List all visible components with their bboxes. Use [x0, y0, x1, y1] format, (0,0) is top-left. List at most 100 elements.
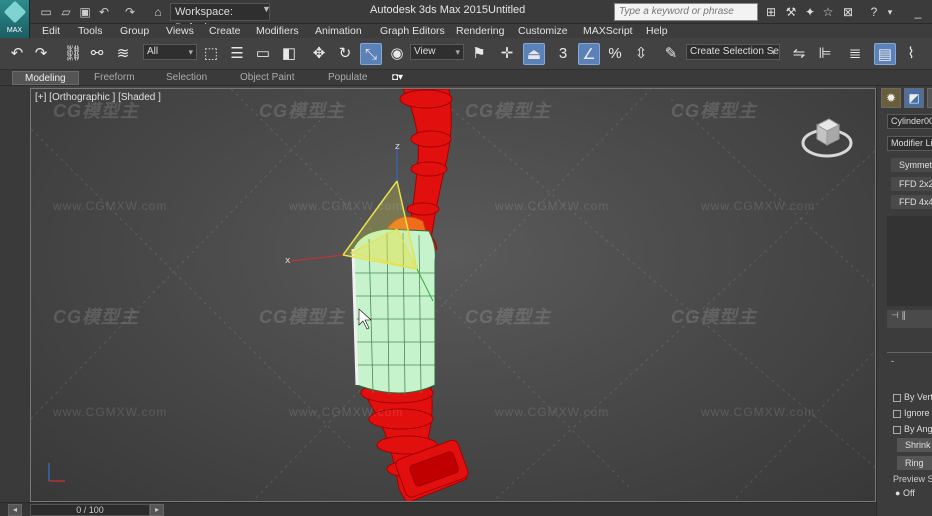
left-panel-strip	[0, 86, 30, 502]
watermark-url: www.CGMXW.com	[495, 405, 610, 419]
undo-icon[interactable]: ↶	[96, 4, 112, 20]
watermark-url: www.CGMXW.com	[53, 405, 168, 419]
app-logo-text: MAX	[6, 27, 23, 34]
watermark-url: www.CGMXW.com	[701, 405, 816, 419]
save-file-icon[interactable]: ▣	[77, 4, 93, 20]
ignore-backfacing-checkbox[interactable]: Ignore Backfacing	[893, 408, 932, 418]
menu-edit[interactable]: Edit	[42, 24, 60, 38]
select-and-rotate-icon[interactable]: ↻	[334, 43, 356, 65]
watermark-url: www.CGMXW.com	[701, 199, 816, 213]
time-slider[interactable]: 0 / 100	[30, 504, 150, 516]
named-selection-dropdown[interactable]: Create Selection Se	[686, 44, 780, 60]
viewport-orthographic[interactable]: z x [+] [Orthographic ] [Shaded ] CG模型主 …	[30, 88, 876, 502]
binoculars-icon[interactable]: ⊞	[763, 4, 779, 20]
modifier-stack-item[interactable]: FFD 2x2x2	[891, 177, 932, 191]
viewcube-icon[interactable]	[801, 111, 853, 163]
search-input[interactable]: Type a keyword or phrase	[614, 3, 758, 21]
select-and-scale-icon[interactable]: ⤡	[360, 43, 382, 65]
minimize-icon[interactable]: _	[910, 4, 926, 20]
curve-editor-icon[interactable]: ⌇	[900, 43, 922, 65]
menu-create[interactable]: Create	[209, 24, 241, 38]
menu-help[interactable]: Help	[646, 24, 668, 38]
open-file-icon[interactable]: ▱	[58, 4, 74, 20]
tab-freeform[interactable]: Freeform	[82, 71, 147, 85]
pivot-point-center-icon[interactable]: ⚑	[468, 43, 490, 65]
gizmo-z-label: z	[395, 142, 400, 152]
menu-views[interactable]: Views	[166, 24, 194, 38]
new-scene-icon[interactable]: ▭	[38, 4, 54, 20]
viewport-scene: z x	[31, 89, 875, 501]
pin-stack-icon[interactable]: ⊣ ∥	[887, 310, 932, 328]
menu-graph-editors[interactable]: Graph Editors	[380, 24, 445, 38]
percent-snap-icon[interactable]: %	[604, 43, 626, 65]
menu-rendering[interactable]: Rendering	[456, 24, 504, 38]
time-next-icon[interactable]: ▸	[150, 504, 164, 516]
watermark-logo: CG模型主	[465, 307, 551, 327]
chevron-down-icon[interactable]: ▼	[262, 4, 271, 14]
hierarchy-tab-icon[interactable]: ▥	[927, 88, 932, 108]
select-and-move-icon[interactable]: ✥	[308, 43, 330, 65]
window-crossing-icon[interactable]: ◧	[278, 43, 300, 65]
title-bar: MAX ▭ ▱ ▣ ↶ ↷ ⌂ Workspace: Default ▼ Aut…	[0, 0, 932, 38]
by-angle-checkbox[interactable]: By Angle	[893, 424, 932, 434]
align-icon[interactable]: ⊫	[814, 43, 836, 65]
selection-filter-dropdown[interactable]: All	[143, 44, 197, 60]
select-and-link-icon[interactable]: ⛓	[62, 43, 84, 65]
time-prev-icon[interactable]: ◂	[8, 504, 22, 516]
rollout-collapse-icon[interactable]: -	[891, 356, 894, 366]
by-vertex-checkbox[interactable]: By Vertex	[893, 392, 932, 402]
reference-coordinate-dropdown[interactable]: View	[410, 44, 464, 60]
help-dropdown-icon[interactable]: ▾	[882, 4, 898, 20]
redo-icon[interactable]: ↷	[30, 43, 52, 65]
spinner-snap-icon[interactable]: ⇳	[630, 43, 652, 65]
mirror-icon[interactable]: ⇋	[788, 43, 810, 65]
workspace-dropdown[interactable]: Workspace: Default	[170, 3, 270, 34]
object-name-field[interactable]: Cylinder001	[887, 114, 932, 129]
layer-explorer-icon[interactable]: ≣	[844, 43, 866, 65]
menu-animation[interactable]: Animation	[315, 24, 362, 38]
watermark-logo: CG模型主	[259, 101, 345, 121]
tab-populate[interactable]: Populate	[316, 71, 379, 85]
undo-icon[interactable]: ↶	[6, 43, 28, 65]
communication-icon[interactable]: ✦	[802, 4, 818, 20]
rectangular-selection-icon[interactable]: ▭	[252, 43, 274, 65]
help-icon[interactable]: ?	[866, 4, 882, 20]
project-folder-icon[interactable]: ⌂	[150, 4, 166, 20]
modifier-stack-item[interactable]: Symmetry	[891, 158, 932, 172]
menu-modifiers[interactable]: Modifiers	[256, 24, 299, 38]
menu-tools[interactable]: Tools	[78, 24, 103, 38]
favorites-star-icon[interactable]: ☆	[820, 4, 836, 20]
menu-maxscript[interactable]: MAXScript	[583, 24, 633, 38]
watermark-logo: CG模型主	[465, 101, 551, 121]
create-tab-icon[interactable]: ✹	[881, 88, 901, 108]
angle-snap-icon[interactable]: ∠	[578, 43, 600, 65]
exchange-icon[interactable]: ⊠	[840, 4, 856, 20]
snaps-toggle-icon[interactable]: 3	[552, 43, 574, 65]
application-button[interactable]: MAX	[0, 0, 30, 38]
select-by-name-icon[interactable]: ☰	[226, 43, 248, 65]
ribbon-options-icon[interactable]: ◘▾	[380, 71, 415, 85]
bind-to-space-warp-icon[interactable]: ≋	[112, 43, 134, 65]
tab-modeling[interactable]: Modeling	[12, 71, 79, 85]
ring-button[interactable]: Ring	[897, 456, 932, 470]
shrink-button[interactable]: Shrink	[897, 438, 932, 452]
edit-named-selection-icon[interactable]: ✎	[660, 43, 682, 65]
tab-object-paint[interactable]: Object Paint	[228, 71, 306, 85]
manipulate-icon[interactable]: ✛	[496, 43, 518, 65]
subscription-icon[interactable]: ⚒	[783, 4, 799, 20]
scene-explorer-icon[interactable]: ▤	[874, 43, 896, 65]
modify-tab-icon[interactable]: ◩	[904, 88, 924, 108]
redo-icon[interactable]: ↷	[122, 4, 138, 20]
menu-customize[interactable]: Customize	[518, 24, 568, 38]
menu-group[interactable]: Group	[120, 24, 149, 38]
preview-off-radio[interactable]: ● Off	[895, 488, 915, 498]
modifier-stack-list[interactable]	[887, 216, 932, 306]
modifier-list-dropdown[interactable]: Modifier List	[887, 136, 932, 151]
ribbon-tabs: Modeling Freeform Selection Object Paint…	[0, 70, 932, 86]
keyboard-shortcut-override-icon[interactable]: ⏏	[523, 43, 545, 65]
select-and-place-icon[interactable]: ◉	[386, 43, 408, 65]
select-object-icon[interactable]: ⬚	[200, 43, 222, 65]
tab-selection[interactable]: Selection	[154, 71, 219, 85]
unlink-icon[interactable]: ⚯	[86, 43, 108, 65]
modifier-stack-item[interactable]: FFD 4x4x4	[891, 195, 932, 209]
